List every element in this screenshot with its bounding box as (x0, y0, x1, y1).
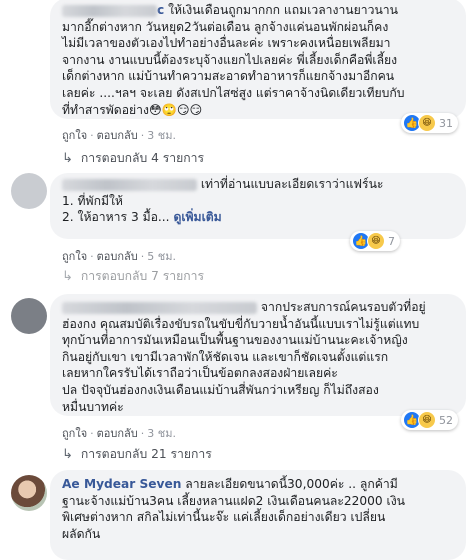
view-replies[interactable]: ↳ การตอบกลับ 21 รายการ (62, 445, 212, 464)
comment-text: จากประสบการณ์คนรอบตัวที่อยู่ ฮ่องกง คุณส… (62, 299, 454, 415)
comment-line: พิเศษต่างหาก สกิลไม่เท่านี้นะจ๊ะ แค่เลี้… (62, 510, 386, 525)
comment-line: จากประสบการณ์คนรอบตัวที่อยู่ (260, 300, 426, 314)
comment-line: กินอยู่กับเขา เขามีเวลาพักให้ชัดเจน และเ… (62, 349, 389, 364)
comment-bubble: เท่าที่อ่านแบบละเอียดเราว่าแฟร์นะ 1. ที่… (50, 173, 466, 239)
blurred-author-name (62, 301, 257, 314)
comment-actions: ถูกใจ · ตอบกลับ · 3 ชม. (62, 129, 176, 142)
comment-line: ฐานะจ้างแม่บ้าน3คน เลี้ยงหลานแฝด2 เงินเด… (62, 493, 406, 508)
comment-line: เท่าที่อ่านแบบละเอียดเราว่าแฟร์นะ (200, 177, 384, 191)
reply-link[interactable]: ตอบกลับ (97, 427, 138, 440)
avatar[interactable] (11, 475, 47, 511)
reply-link[interactable]: ตอบกลับ (97, 129, 138, 142)
reply-arrow-icon: ↳ (62, 151, 73, 166)
haha-icon: 😆 (367, 232, 385, 250)
comment-line: ที่ทำสารพัดอย่าง😳🙄😏😏 (62, 102, 203, 117)
comment-line: ปล ปัจจุบันฮ่องกงเงินเดือนแม่บ้านสี่พันก… (62, 382, 379, 397)
reaction-summary[interactable]: 👍 😆 7 (350, 231, 400, 251)
comment-line: หมื่นบาทค่ะ (62, 399, 124, 414)
comment-line: ไม่มีเวลาของตัวเองไปทำอย่างอื่นละค่ะ เพร… (62, 36, 391, 51)
like-link[interactable]: ถูกใจ (62, 129, 87, 142)
timestamp[interactable]: 3 ชม. (147, 427, 176, 440)
blurred-author-name (62, 178, 197, 191)
reaction-count: 31 (439, 116, 453, 130)
comment-line: ผลัดกัน (62, 526, 101, 541)
see-more-link[interactable]: ดูเพิ่มเติม (173, 210, 221, 224)
comment-line: เลยหากใครรับได้เราถือว่าเป็นข้อตกลงสองฝ่… (62, 366, 338, 381)
comment-bubble: Ae Mydear Seven ลายละเอียดขนาดนี้30,000ค… (50, 470, 466, 560)
comment-text: Ae Mydear Seven ลายละเอียดขนาดนี้30,000ค… (62, 476, 454, 542)
reply-arrow-icon: ↳ (62, 447, 73, 462)
comment-text: c ให้เงินเดือนถูกมากกก แถมเวลางานยาวนาน … (62, 2, 454, 118)
timestamp[interactable]: 3 ชม. (147, 129, 176, 142)
comment-line: เลยค่ะ ....ฯลฯ จะเลย ดังสเปกไสซ่สูง แต่ร… (62, 85, 405, 100)
reply-arrow-icon: ↳ (62, 269, 73, 284)
comment-actions: ถูกใจ · ตอบกลับ · 5 ชม. (62, 250, 176, 263)
view-replies[interactable]: ↳ การตอบกลับ 4 รายการ (62, 149, 204, 168)
haha-icon: 😆 (418, 114, 436, 132)
reply-link[interactable]: ตอบกลับ (97, 250, 138, 263)
comment-line: ฮ่องกง คุณสมบัติเรื่องขับรถในขับขี่กับวา… (62, 316, 420, 331)
author-name[interactable]: Ae Mydear Seven (62, 477, 181, 491)
author-name[interactable]: c (157, 3, 164, 17)
blurred-author-name (62, 4, 157, 17)
reaction-summary[interactable]: 👍 😆 52 (401, 410, 458, 430)
timestamp[interactable]: 5 ชม. (147, 250, 176, 263)
reaction-summary[interactable]: 👍 😆 31 (401, 113, 458, 133)
comment-line: มากอี๊กต่างหาก วันหยุด2วันต่อเดือน ลูกจ้… (62, 19, 389, 34)
comment-line: เด็กต่างหาก แม่บ้านทำความสะอาดทำอาหารก็แ… (62, 69, 395, 84)
comment-text: เท่าที่อ่านแบบละเอียดเราว่าแฟร์นะ 1. ที่… (62, 176, 454, 226)
replies-count-label: การตอบกลับ 21 รายการ (80, 447, 212, 461)
reaction-count: 52 (439, 413, 453, 427)
avatar[interactable] (11, 298, 47, 334)
comment-bubble: c ให้เงินเดือนถูกมากกก แถมเวลางานยาวนาน … (50, 0, 466, 119)
comment-line: 1. ที่พักมีให้ (62, 193, 123, 208)
comment-line: ลายละเอียดขนาดนี้30,000ค่ะ .. ลูกค้ามี (185, 477, 398, 491)
comment-line: ทุกบ้านที่อาการมันเหมือนเป็นพื้นฐานของงา… (62, 333, 408, 348)
comment-line: ให้เงินเดือนถูกมากกก แถมเวลางานยาวนาน (168, 3, 398, 17)
comment-bubble: จากประสบการณ์คนรอบตัวที่อยู่ ฮ่องกง คุณส… (50, 294, 466, 416)
avatar[interactable] (11, 173, 47, 209)
reaction-count: 7 (388, 234, 395, 248)
haha-icon: 😆 (418, 411, 436, 429)
like-link[interactable]: ถูกใจ (62, 250, 87, 263)
comment-line: 2. ให้อาหาร 3 มื้อ... (62, 210, 170, 225)
comment-actions: ถูกใจ · ตอบกลับ · 3 ชม. (62, 427, 176, 440)
view-replies[interactable]: ↳ การตอบกลับ 7 รายการ (62, 267, 204, 286)
comment-line: จากงาน งานแบบนี้ต้องระบุจ้างแยกไปเลยค่ะ … (62, 52, 398, 67)
like-link[interactable]: ถูกใจ (62, 427, 87, 440)
replies-count-label: การตอบกลับ 7 รายการ (80, 269, 205, 283)
replies-count-label: การตอบกลับ 4 รายการ (80, 151, 205, 165)
